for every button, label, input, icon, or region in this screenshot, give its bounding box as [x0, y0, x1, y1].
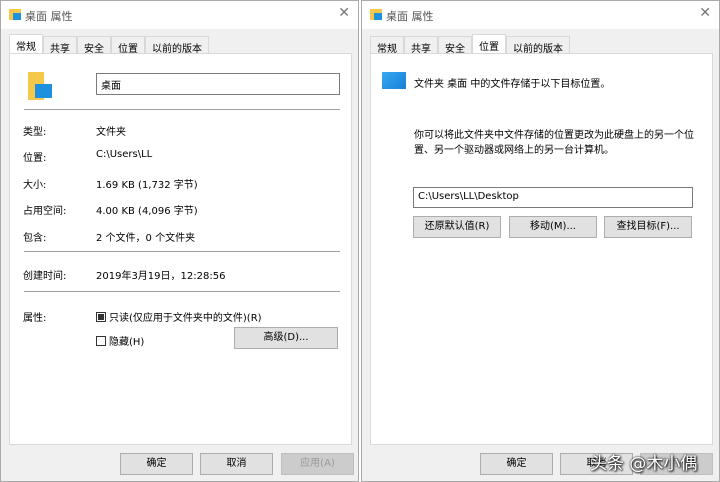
- window-title: 桌面 属性: [386, 10, 434, 23]
- title-bar: 桌面 属性 ✕: [362, 1, 719, 29]
- tab-location[interactable]: 位置: [472, 34, 506, 54]
- type-value: 文件夹: [96, 127, 126, 138]
- hidden-label: 隐藏(H): [109, 337, 145, 348]
- tab-security[interactable]: 安全: [77, 36, 111, 55]
- location-description-line1: 你可以将此文件夹中文件存储的位置更改为此硬盘上的另一个位: [414, 130, 694, 141]
- move-button[interactable]: 移动(M)...: [509, 216, 597, 238]
- readonly-label: 只读(仅应用于文件夹中的文件)(R): [109, 313, 262, 324]
- tab-sharing[interactable]: 共享: [404, 36, 438, 55]
- contains-value: 2 个文件，0 个文件夹: [96, 233, 196, 244]
- target-path-input[interactable]: C:\Users\LL\Desktop: [413, 187, 693, 208]
- type-label: 类型:: [23, 127, 47, 138]
- tab-general[interactable]: 常规: [9, 34, 43, 54]
- attributes-label: 属性:: [23, 313, 47, 324]
- size-on-disk-value: 4.00 KB (4,096 字节): [96, 206, 198, 217]
- checkbox-indeterminate-icon: [96, 312, 106, 322]
- title-bar: 桌面 属性 ✕: [1, 1, 358, 29]
- advanced-button[interactable]: 高级(D)...: [234, 327, 338, 349]
- watermark: 头条 @木小偶: [590, 454, 698, 474]
- general-panel: 桌面 类型: 文件夹 位置: C:\Users\LL 大小: 1.69 KB (…: [9, 53, 352, 445]
- tab-security[interactable]: 安全: [438, 36, 472, 55]
- divider: [24, 109, 340, 110]
- divider: [24, 251, 340, 252]
- ok-button[interactable]: 确定: [120, 453, 193, 475]
- location-panel: 文件夹 桌面 中的文件存储于以下目标位置。 你可以将此文件夹中文件存储的位置更改…: [370, 53, 713, 445]
- find-target-button[interactable]: 查找目标(F)...: [604, 216, 692, 238]
- folder-icon: [9, 9, 21, 20]
- desktop-badge-icon: [35, 84, 52, 98]
- contains-label: 包含:: [23, 233, 47, 244]
- folder-name-input[interactable]: 桌面: [96, 73, 340, 95]
- size-on-disk-label: 占用空间:: [23, 206, 67, 217]
- folder-icon: [370, 9, 382, 20]
- restore-default-button[interactable]: 还原默认值(R): [413, 216, 501, 238]
- cancel-button[interactable]: 取消: [200, 453, 273, 475]
- created-label: 创建时间:: [23, 271, 67, 282]
- size-value: 1.69 KB (1,732 字节): [96, 180, 198, 191]
- apply-button[interactable]: 应用(A): [281, 453, 354, 475]
- ok-button[interactable]: 确定: [480, 453, 553, 475]
- location-description-line2: 置、另一个驱动器或网络上的另一台计算机。: [414, 145, 614, 156]
- location-value: C:\Users\LL: [96, 149, 153, 160]
- tab-previous-versions[interactable]: 以前的版本: [506, 36, 570, 55]
- tab-location[interactable]: 位置: [111, 36, 145, 55]
- window-title: 桌面 属性: [25, 10, 73, 23]
- close-icon[interactable]: ✕: [338, 5, 350, 21]
- checkbox-icon: [96, 336, 106, 346]
- tab-previous-versions[interactable]: 以前的版本: [145, 36, 209, 55]
- tab-sharing[interactable]: 共享: [43, 36, 77, 55]
- hidden-checkbox[interactable]: 隐藏(H): [96, 333, 144, 348]
- tab-general[interactable]: 常规: [370, 36, 404, 55]
- location-intro: 文件夹 桌面 中的文件存储于以下目标位置。: [414, 79, 611, 90]
- properties-dialog-location: 桌面 属性 ✕ 常规 共享 安全 位置 以前的版本 文件夹 桌面 中的文件存储于…: [361, 0, 720, 482]
- location-label: 位置:: [23, 153, 47, 164]
- close-icon[interactable]: ✕: [699, 5, 711, 21]
- desktop-icon: [382, 72, 406, 89]
- readonly-checkbox[interactable]: 只读(仅应用于文件夹中的文件)(R): [96, 309, 262, 324]
- created-value: 2019年3月19日，12:28:56: [96, 271, 226, 282]
- size-label: 大小:: [23, 180, 47, 191]
- properties-dialog-general: 桌面 属性 ✕ 常规 共享 安全 位置 以前的版本 桌面 类型: 文件夹 位置:…: [0, 0, 359, 482]
- divider: [24, 291, 340, 292]
